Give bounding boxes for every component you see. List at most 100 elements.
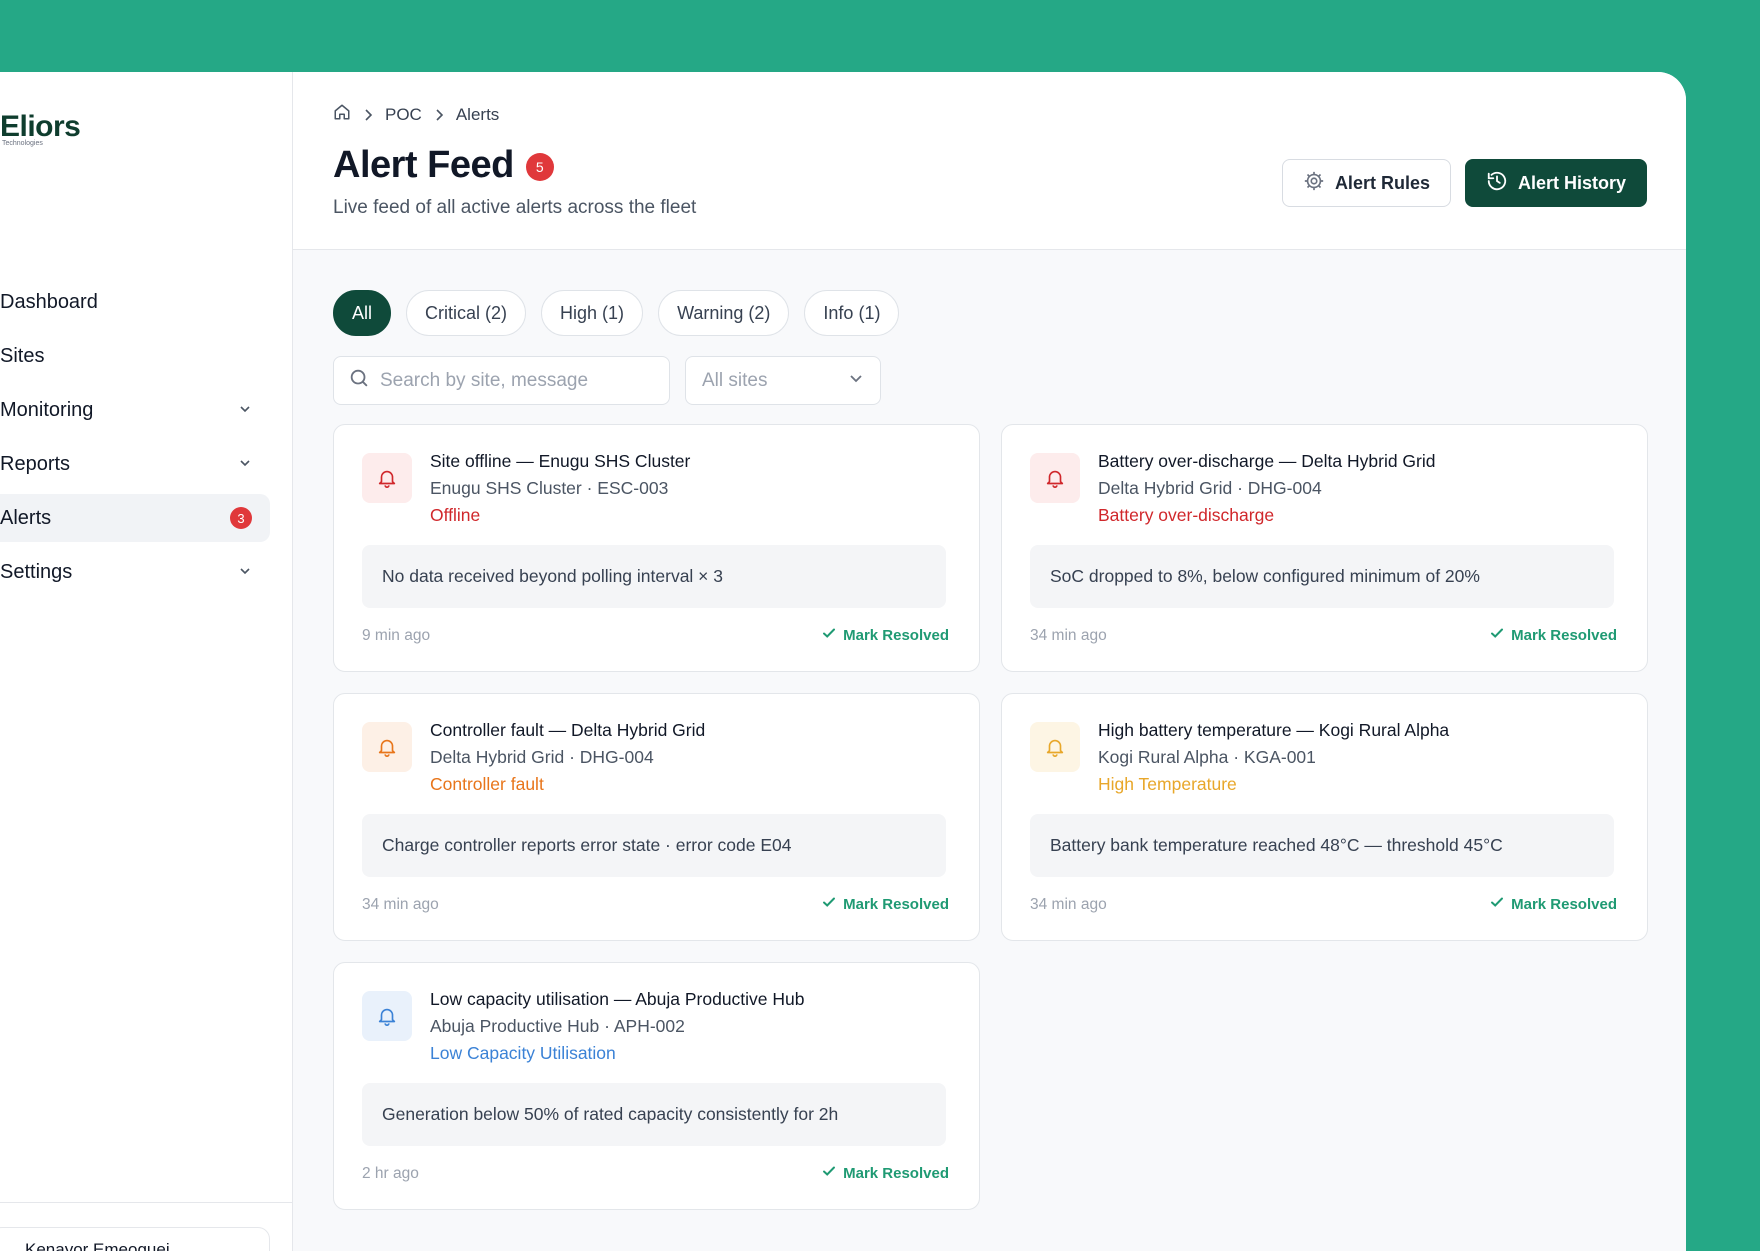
- filter-tab-info[interactable]: Info (1): [804, 290, 900, 336]
- sidebar-item-alerts[interactable]: Alerts 3: [0, 494, 270, 542]
- alert-count-badge: 5: [525, 152, 554, 181]
- user-profile-card[interactable]: Kenayor Emeoguei: [0, 1227, 270, 1251]
- alert-time: 34 min ago: [1030, 896, 1107, 913]
- search-input[interactable]: [380, 369, 640, 392]
- title-row: Alert Feed 5: [333, 144, 554, 187]
- alert-history-label: Alert History: [1517, 172, 1626, 193]
- sidebar-item-settings[interactable]: Settings: [0, 548, 270, 596]
- sidebar-item-sites[interactable]: Sites: [0, 332, 270, 380]
- chevron-right-icon: [365, 108, 373, 121]
- severity-filter-tabs: All Critical (2) High (1) Warning (2) Info (…: [333, 290, 900, 336]
- site-select-value: All sites: [702, 369, 768, 391]
- filter-tab-all[interactable]: All: [333, 290, 392, 336]
- mark-resolved-button[interactable]: Mark Resolved: [821, 894, 949, 914]
- alert-card[interactable]: Low capacity utilisation — Abuja Product…: [333, 962, 980, 1210]
- mark-resolved-button[interactable]: Mark Resolved: [821, 625, 949, 645]
- sidebar: Eliors Technologies Dashboard Sites Monito…: [0, 72, 293, 1251]
- alert-card[interactable]: High battery temperature — Kogi Rural Al…: [1001, 693, 1648, 941]
- alert-type: Offline: [430, 505, 481, 525]
- breadcrumb: POC Alerts: [333, 103, 499, 126]
- site-select[interactable]: All sites: [685, 356, 881, 405]
- alert-message: Generation below 50% of rated capacity c…: [362, 1083, 946, 1146]
- sidebar-item-label: Sites: [0, 344, 45, 367]
- page-header: POC Alerts Alert Feed 5 Live feed of all…: [293, 72, 1686, 250]
- mark-resolved-button[interactable]: Mark Resolved: [821, 1163, 949, 1183]
- sidebar-item-dashboard[interactable]: Dashboard: [0, 278, 270, 326]
- alert-history-button[interactable]: Alert History: [1464, 159, 1647, 207]
- app-window: Eliors Technologies Dashboard Sites Monito…: [0, 72, 1686, 1251]
- chevron-down-icon: [238, 453, 252, 476]
- bell-icon: [362, 991, 412, 1041]
- sidebar-item-reports[interactable]: Reports: [0, 440, 270, 488]
- sidebar-item-label: Dashboard: [0, 290, 98, 313]
- alert-site: Enugu SHS Cluster · ESC-003: [430, 478, 669, 498]
- search-icon: [348, 367, 370, 394]
- alert-message: Battery bank temperature reached 48°C — …: [1030, 814, 1614, 877]
- alert-type: Low Capacity Utilisation: [430, 1043, 616, 1063]
- mark-resolved-label: Mark Resolved: [843, 895, 949, 913]
- page-title: Alert Feed: [333, 144, 514, 186]
- sidebar-item-label: Alerts: [0, 506, 52, 529]
- alert-cards-grid: Site offline — Enugu SHS Cluster Enugu SH…: [333, 424, 1648, 1210]
- bell-icon: [362, 453, 412, 503]
- breadcrumb-item-alerts: Alerts: [455, 104, 500, 124]
- sidebar-item-label: Reports: [0, 452, 71, 475]
- brand-name: Eliors: [0, 110, 81, 143]
- alert-card[interactable]: Site offline — Enugu SHS Cluster Enugu SH…: [333, 424, 980, 672]
- filter-tab-critical[interactable]: Critical (2): [406, 290, 527, 336]
- header-actions: Alert Rules Alert History: [1281, 159, 1647, 207]
- page-subtitle: Live feed of all active alerts across th…: [333, 197, 697, 218]
- mark-resolved-label: Mark Resolved: [843, 1164, 949, 1182]
- search-box[interactable]: [333, 356, 670, 405]
- alerts-count-badge: 3: [230, 507, 252, 529]
- check-icon: [821, 1163, 837, 1183]
- filter-tab-warning[interactable]: Warning (2): [658, 290, 790, 336]
- alert-site: Kogi Rural Alpha · KGA-001: [1098, 747, 1316, 767]
- alert-title: High battery temperature — Kogi Rural Al…: [1098, 720, 1450, 740]
- alert-title: Controller fault — Delta Hybrid Grid: [430, 720, 706, 740]
- alert-title: Low capacity utilisation — Abuja Product…: [430, 989, 805, 1009]
- alert-message: SoC dropped to 8%, below configured mini…: [1030, 545, 1614, 608]
- bell-icon: [1030, 453, 1080, 503]
- alert-type: Battery over-discharge: [1098, 505, 1275, 525]
- alert-type: High Temperature: [1098, 774, 1237, 794]
- search-row: All sites: [333, 356, 881, 405]
- chevron-down-icon: [848, 370, 864, 392]
- alert-type: Controller fault: [430, 774, 544, 794]
- mark-resolved-label: Mark Resolved: [1511, 895, 1617, 913]
- mark-resolved-button[interactable]: Mark Resolved: [1489, 625, 1617, 645]
- bell-icon: [362, 722, 412, 772]
- sidebar-item-label: Monitoring: [0, 398, 94, 421]
- user-name: Kenayor Emeoguei: [25, 1240, 170, 1251]
- brand-logo[interactable]: Eliors Technologies: [0, 110, 81, 147]
- history-icon: [1486, 170, 1508, 197]
- filter-tab-high[interactable]: High (1): [541, 290, 644, 336]
- chevron-down-icon: [238, 399, 252, 422]
- check-icon: [821, 894, 837, 914]
- breadcrumb-item-poc[interactable]: POC: [385, 105, 422, 125]
- sidebar-divider: [0, 1202, 292, 1203]
- check-icon: [1489, 894, 1505, 914]
- check-icon: [821, 625, 837, 645]
- alert-time: 34 min ago: [362, 896, 439, 913]
- alert-card[interactable]: Battery over-discharge — Delta Hybrid Gr…: [1001, 424, 1648, 672]
- gear-icon: [1303, 170, 1325, 197]
- alert-rules-button[interactable]: Alert Rules: [1281, 159, 1451, 207]
- alert-message: Charge controller reports error state · …: [362, 814, 946, 877]
- alert-rules-label: Alert Rules: [1334, 172, 1430, 193]
- mark-resolved-label: Mark Resolved: [1511, 626, 1617, 644]
- alert-site: Abuja Productive Hub · APH-002: [430, 1016, 685, 1036]
- check-icon: [1489, 625, 1505, 645]
- alert-site: Delta Hybrid Grid · DHG-004: [430, 747, 654, 767]
- sidebar-item-monitoring[interactable]: Monitoring: [0, 386, 270, 434]
- alert-card[interactable]: Controller fault — Delta Hybrid Grid Delt…: [333, 693, 980, 941]
- bell-icon: [1030, 722, 1080, 772]
- sidebar-item-label: Settings: [0, 560, 73, 583]
- sidebar-nav: Dashboard Sites Monitoring Reports Alerts 3 Se…: [0, 278, 270, 602]
- alert-site: Delta Hybrid Grid · DHG-004: [1098, 478, 1322, 498]
- mark-resolved-label: Mark Resolved: [843, 626, 949, 644]
- alert-title: Site offline — Enugu SHS Cluster: [430, 451, 691, 471]
- home-icon[interactable]: [333, 103, 351, 126]
- mark-resolved-button[interactable]: Mark Resolved: [1489, 894, 1617, 914]
- chevron-right-icon: [436, 108, 443, 121]
